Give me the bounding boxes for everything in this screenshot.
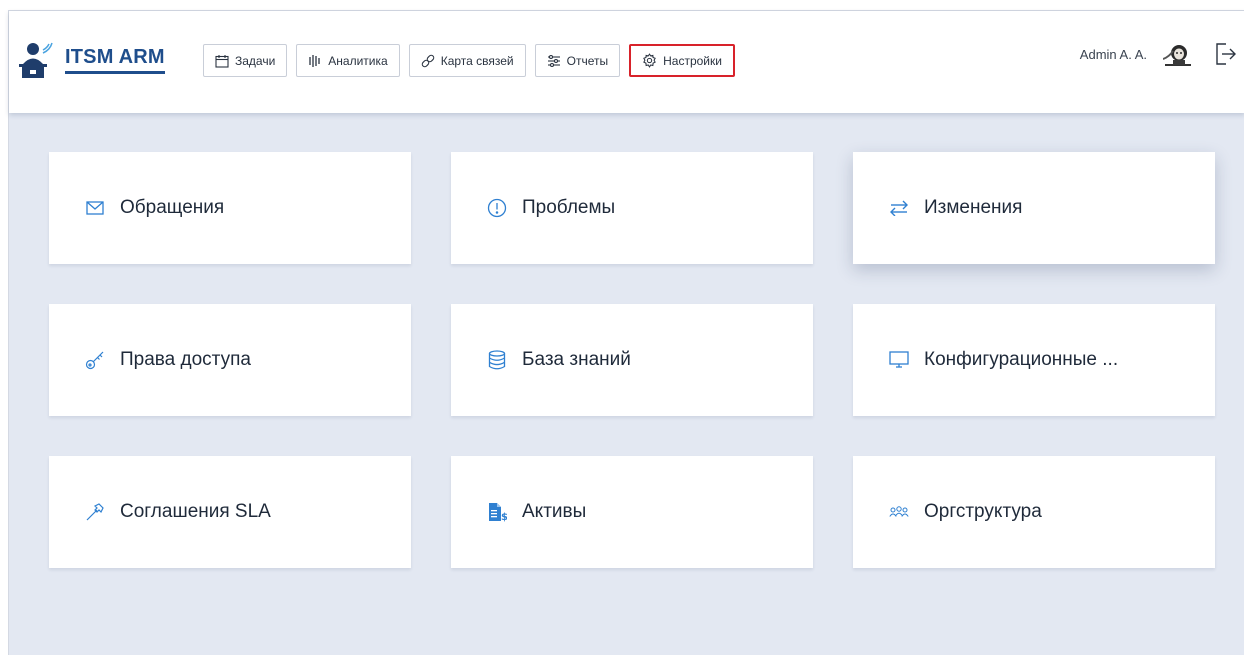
calendar-icon [215, 54, 229, 68]
tile-problems-label: Проблемы [522, 197, 616, 218]
nav-reports[interactable]: Отчеты [534, 44, 621, 77]
logo-link[interactable]: ITSM ARM [19, 42, 165, 78]
tile-changes[interactable]: Изменения [853, 152, 1215, 264]
avatar[interactable] [1163, 41, 1193, 67]
tile-knowledge-base[interactable]: База знаний [451, 304, 813, 416]
tile-configuration[interactable]: Конфигурационные ... [853, 304, 1215, 416]
tile-sla-agreements-label: Соглашения SLA [120, 501, 271, 522]
tile-access-rights[interactable]: Права доступа [49, 304, 411, 416]
link-icon [421, 54, 435, 68]
top-header: ITSM ARM Задачи Аналитика Карта связей О… [9, 11, 1244, 113]
user-name[interactable]: Admin A. A. [1080, 47, 1147, 62]
key-icon [84, 349, 106, 371]
logo-text: ITSM ARM [65, 46, 165, 74]
tile-sla-agreements[interactable]: Соглашения SLA [49, 456, 411, 568]
tile-requests-label: Обращения [120, 197, 225, 218]
bars-icon [308, 54, 322, 68]
nav-tasks-label: Задачи [235, 53, 276, 68]
nav-reports-label: Отчеты [566, 53, 609, 68]
tile-requests[interactable]: Обращения [49, 152, 411, 264]
tile-org-structure-label: Оргструктура [924, 501, 1042, 522]
database-icon [486, 349, 508, 371]
tile-knowledge-base-label: База знаний [522, 349, 631, 370]
nav-analytics[interactable]: Аналитика [296, 44, 400, 77]
main-nav: Задачи Аналитика Карта связей Отчеты Нас… [203, 44, 744, 77]
tile-assets-label: Активы [522, 501, 587, 522]
monitor-icon [888, 349, 910, 371]
gear-icon [642, 53, 657, 68]
user-panel: Admin A. A. [1080, 41, 1237, 67]
mail-icon [84, 197, 106, 219]
tile-problems[interactable]: Проблемы [451, 152, 813, 264]
tile-configuration-label: Конфигурационные ... [924, 349, 1119, 370]
people-icon [888, 501, 910, 523]
tile-changes-label: Изменения [924, 197, 1023, 218]
tile-access-rights-label: Права доступа [120, 349, 251, 370]
hammer-icon [84, 501, 106, 523]
nav-link-map[interactable]: Карта связей [408, 44, 526, 77]
nav-settings-label: Настройки [663, 53, 722, 68]
logout-icon[interactable] [1215, 42, 1237, 66]
sliders-icon [547, 54, 561, 68]
nav-tasks[interactable]: Задачи [203, 44, 288, 77]
tile-org-structure[interactable]: Оргструктура [853, 456, 1215, 568]
nav-settings[interactable]: Настройки [629, 44, 735, 77]
app-frame: ITSM ARM Задачи Аналитика Карта связей О… [8, 10, 1244, 655]
tile-assets[interactable]: $ Активы [451, 456, 813, 568]
nav-link-map-label: Карта связей [440, 53, 514, 68]
svg-text:$: $ [501, 512, 507, 522]
asset-document-icon: $ [486, 501, 508, 523]
nav-analytics-label: Аналитика [328, 53, 388, 68]
swap-icon [888, 197, 910, 219]
operator-logo-icon [19, 42, 53, 78]
alert-circle-icon [486, 197, 508, 219]
